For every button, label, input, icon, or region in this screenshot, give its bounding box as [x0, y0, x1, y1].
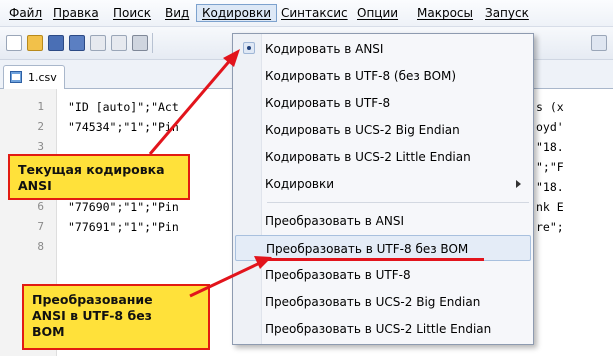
toolbar-separator: [152, 33, 153, 53]
menu-encode-ucs2-be[interactable]: Кодировать в UCS-2 Big Endian: [235, 117, 531, 143]
menu-convert-utf8[interactable]: Преобразовать в UTF-8: [235, 262, 531, 288]
menu-run[interactable]: Запуск: [480, 4, 534, 22]
code-line-tail: re";: [536, 220, 564, 234]
code-line-tail: oyd': [536, 120, 564, 134]
code-line-tail: "18.: [536, 140, 564, 154]
menu-item-label: Преобразовать в UCS-2 Big Endian: [265, 295, 481, 309]
menu-item-label: Кодировать в UCS-2 Little Endian: [265, 150, 471, 164]
menu-syntax[interactable]: Синтаксис: [276, 4, 353, 22]
callout-text: ANSI: [18, 178, 52, 193]
code-line: "77691";"1";"Pin: [68, 220, 179, 234]
file-icon: [10, 71, 22, 83]
menu-convert-ansi[interactable]: Преобразовать в ANSI: [235, 208, 531, 234]
save-icon[interactable]: [48, 35, 64, 51]
line-number: 7: [37, 220, 44, 233]
menu-encode-utf8[interactable]: Кодировать в UTF-8: [235, 90, 531, 116]
menu-encoding[interactable]: Кодировки: [196, 4, 278, 22]
menu-encodings-submenu[interactable]: Кодировки: [235, 171, 531, 197]
tab-label: 1.csv: [28, 71, 57, 84]
menu-item-label: Кодировать в UTF-8: [265, 96, 391, 110]
code-line: "77690";"1";"Pin: [68, 200, 179, 214]
menu-file[interactable]: Файл: [4, 4, 47, 22]
red-underline-highlight: [264, 258, 484, 261]
callout-text: Текущая кодировка: [18, 162, 165, 177]
line-number: 8: [37, 240, 44, 253]
code-line-tail: nk E: [536, 200, 564, 214]
submenu-arrow-icon: [516, 180, 521, 188]
code-line-tail: ";"F: [536, 160, 564, 174]
wrap-icon[interactable]: [591, 35, 607, 51]
code-line: "ID [auto]";"Act: [68, 100, 179, 114]
notepad-window: Файл Правка Поиск Вид Кодировки Синтакси…: [0, 0, 613, 356]
menu-encode-ansi[interactable]: Кодировать в ANSI: [235, 36, 531, 62]
line-number: 2: [37, 120, 44, 133]
menu-bar: Файл Правка Поиск Вид Кодировки Синтакси…: [0, 0, 613, 27]
print-icon[interactable]: [132, 35, 148, 51]
menu-view[interactable]: Вид: [160, 4, 194, 22]
menu-item-label: Кодировать в UTF-8 (без BOM): [265, 69, 457, 83]
code-line: "74534";"1";"Pin: [68, 120, 179, 134]
callout-text: ANSI в UTF-8 без: [32, 308, 152, 323]
save-all-icon[interactable]: [69, 35, 85, 51]
menu-separator: [267, 202, 529, 203]
menu-item-label: Преобразовать в ANSI: [265, 214, 404, 228]
menu-item-label: Кодировать в UCS-2 Big Endian: [265, 123, 460, 137]
encoding-dropdown-menu: Кодировать в ANSI Кодировать в UTF-8 (бе…: [232, 33, 534, 345]
line-number: 6: [37, 200, 44, 213]
menu-edit[interactable]: Правка: [48, 4, 104, 22]
tab-1-csv[interactable]: 1.csv: [3, 65, 65, 89]
menu-item-label: Преобразовать в UCS-2 Little Endian: [265, 322, 492, 336]
menu-macros[interactable]: Макросы: [412, 4, 478, 22]
menu-encode-ucs2-le[interactable]: Кодировать в UCS-2 Little Endian: [235, 144, 531, 170]
menu-options[interactable]: Опции: [352, 4, 403, 22]
menu-item-label: Преобразовать в UTF-8: [265, 268, 411, 282]
line-number: 1: [37, 100, 44, 113]
menu-encode-utf8-no-bom[interactable]: Кодировать в UTF-8 (без BOM): [235, 63, 531, 89]
radio-selected-icon: [243, 42, 255, 54]
callout-current-encoding: Текущая кодировка ANSI: [8, 154, 190, 200]
menu-search[interactable]: Поиск: [108, 4, 156, 22]
open-file-icon[interactable]: [27, 35, 43, 51]
menu-item-label: Кодировать в ANSI: [265, 42, 384, 56]
callout-text: Преобразование: [32, 292, 153, 307]
code-line-tail: s (x: [536, 100, 564, 114]
menu-convert-ucs2-be[interactable]: Преобразовать в UCS-2 Big Endian: [235, 289, 531, 315]
menu-convert-utf8-no-bom[interactable]: Преобразовать в UTF-8 без BOM: [235, 235, 531, 261]
new-file-icon[interactable]: [6, 35, 22, 51]
menu-item-label: Кодировки: [265, 177, 335, 191]
callout-text: BOM: [32, 324, 65, 339]
code-line-tail: "18.: [536, 180, 564, 194]
callout-convert-encoding: Преобразование ANSI в UTF-8 без BOM: [22, 284, 210, 350]
menu-convert-ucs2-le[interactable]: Преобразовать в UCS-2 Little Endian: [235, 316, 531, 342]
close-icon[interactable]: [90, 35, 106, 51]
close-all-icon[interactable]: [111, 35, 127, 51]
